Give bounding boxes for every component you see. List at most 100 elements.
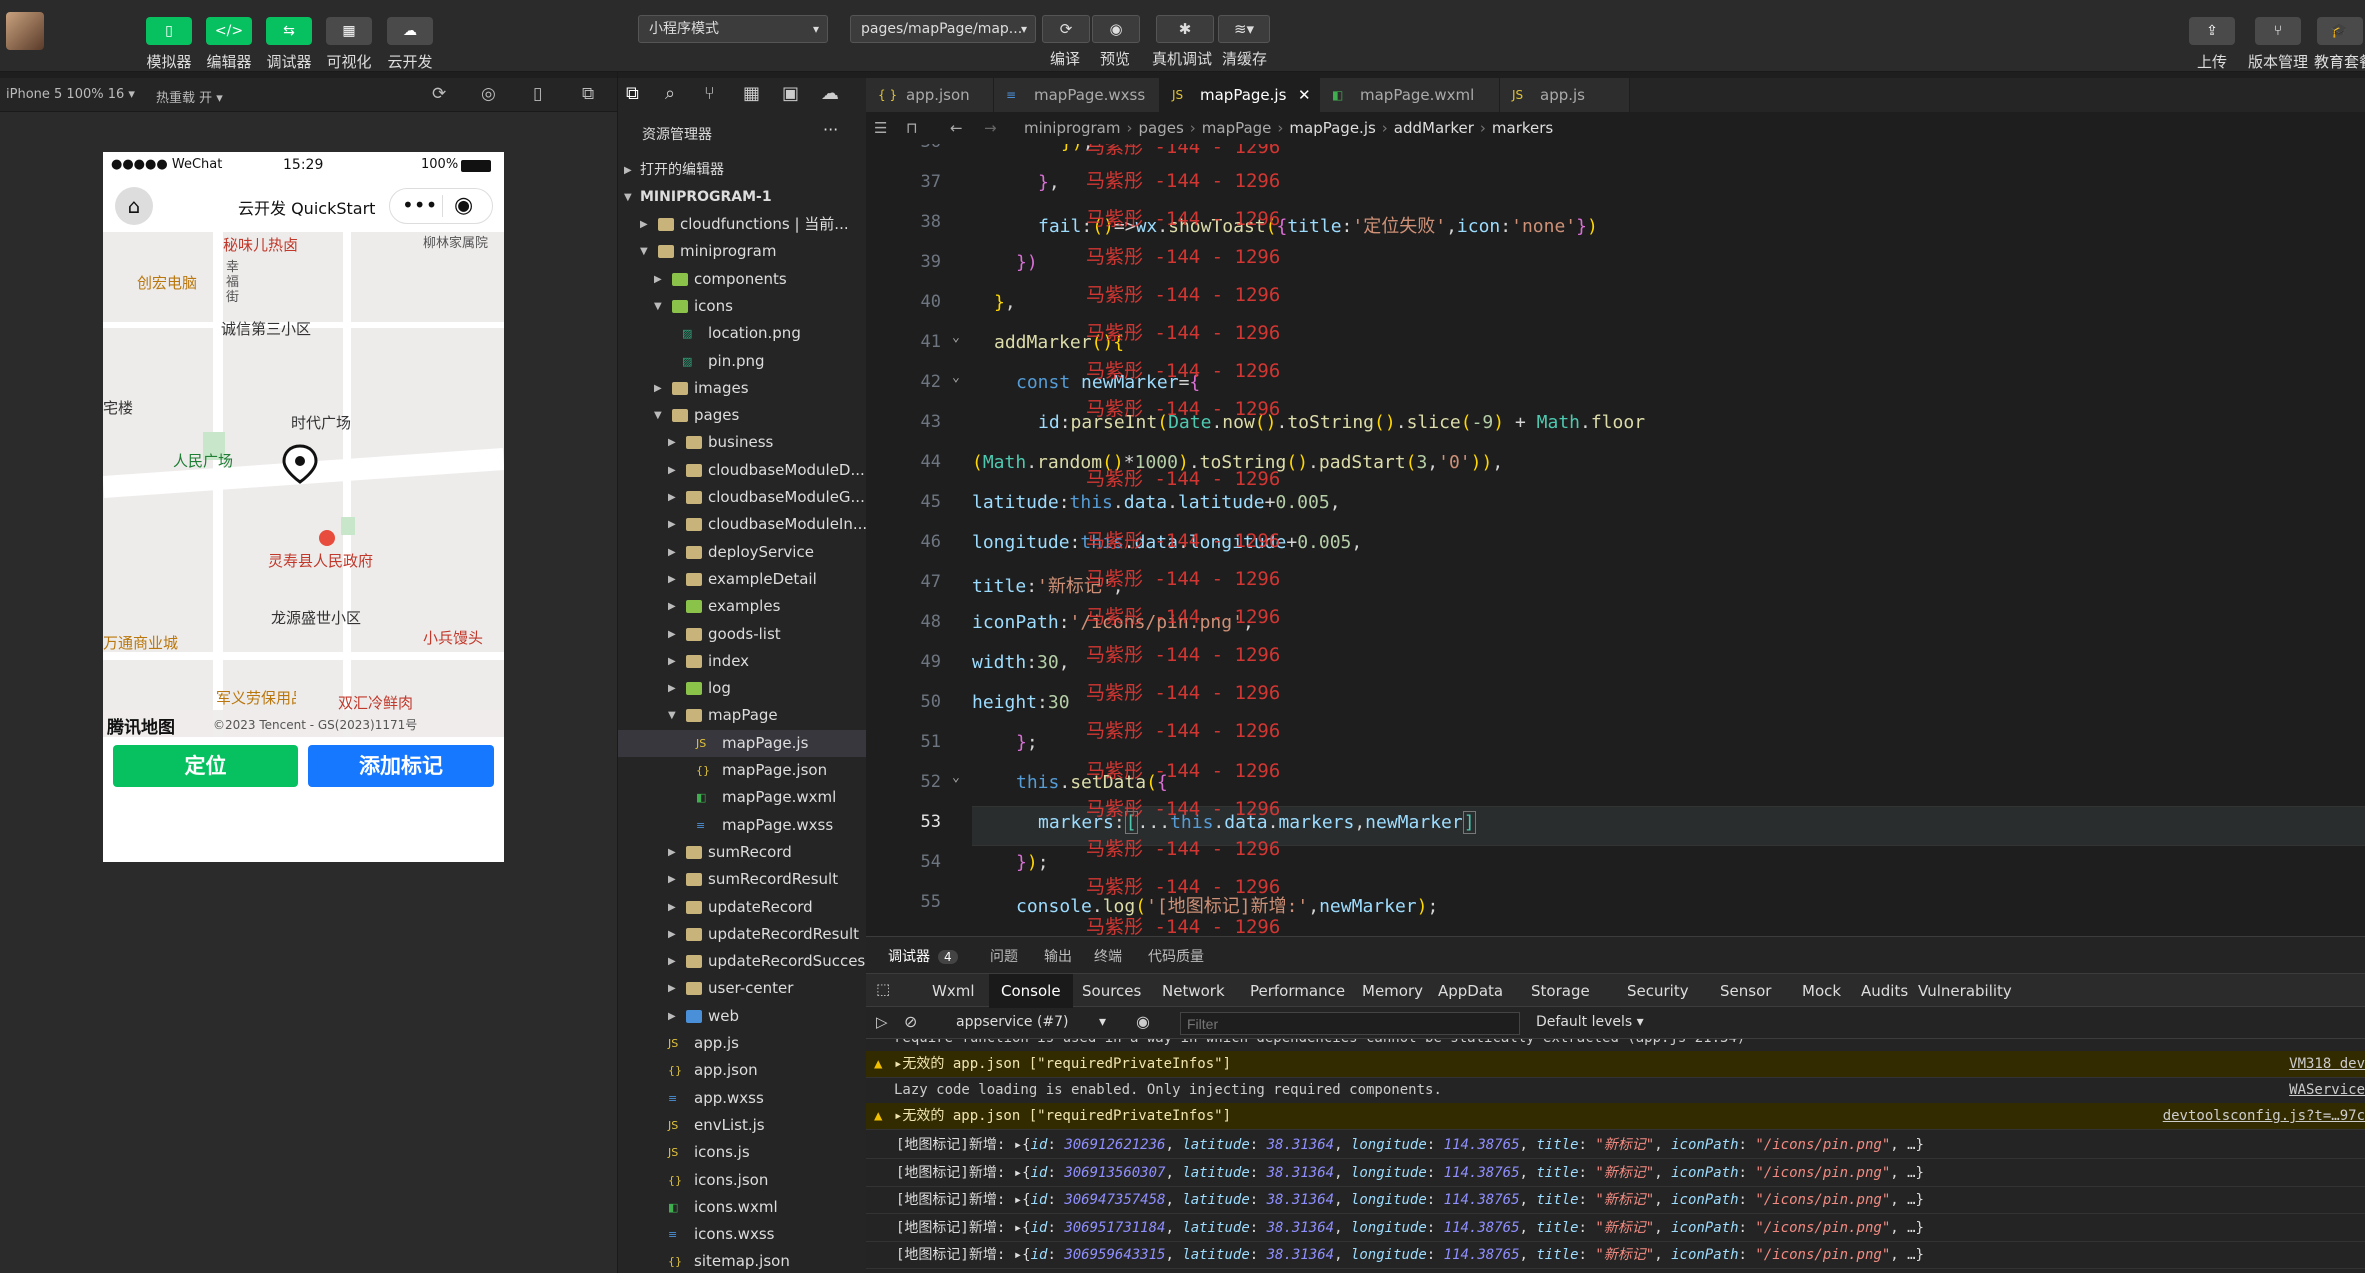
breadcrumb-item[interactable]: mapPage	[1202, 119, 1272, 137]
file-item[interactable]: JS icons.js	[618, 1139, 866, 1166]
back-icon[interactable]: ←	[950, 112, 963, 144]
panel-tab-wxml[interactable]: Wxml	[932, 974, 975, 1008]
location-pin-icon[interactable]	[280, 444, 320, 484]
more-icon[interactable]: ···	[823, 120, 838, 139]
folder-item[interactable]: ▶ cloudbaseModuleG...	[618, 484, 866, 511]
folder-item[interactable]: ▶ cloudbaseModuleD...	[618, 457, 866, 484]
panel-tab-vulnerability[interactable]: Vulnerability	[1918, 974, 2012, 1008]
cloud-dev-button[interactable]: ☁ 云开发	[384, 17, 436, 72]
devtools-tab[interactable]: 输出	[1044, 946, 1072, 966]
edu-button[interactable]: 🎓教育套餐	[2314, 17, 2365, 72]
debugger-toggle-button[interactable]: ⇆ 调试器	[263, 17, 315, 72]
popout-icon[interactable]: ⧉	[582, 84, 594, 104]
file-item[interactable]: JS envList.js	[618, 1112, 866, 1139]
folder-item[interactable]: ▼ miniprogram	[618, 238, 866, 265]
file-item[interactable]: JS app.js	[618, 1030, 866, 1057]
devtools-tab[interactable]: 终端	[1094, 946, 1122, 966]
more-dots-icon[interactable]: •••	[402, 193, 437, 217]
context-select[interactable]: appservice (#7) ▾	[956, 1014, 1106, 1030]
file-item[interactable]: ≡ app.wxss	[618, 1085, 866, 1112]
eye-icon[interactable]: ◉	[1136, 1012, 1150, 1031]
folder-item[interactable]: ▶ business	[618, 429, 866, 456]
panel-tab-mock[interactable]: Mock	[1802, 974, 1841, 1008]
file-item[interactable]: {} icons.json	[618, 1167, 866, 1194]
folder-item[interactable]: ▶ log	[618, 675, 866, 702]
tab-app-json[interactable]: { } app.json	[866, 78, 994, 112]
device-select[interactable]: iPhone 5 100% 16 ▾	[6, 87, 135, 102]
editor-toggle-button[interactable]: </> 编辑器	[203, 17, 255, 72]
log-source-link[interactable]: WAService	[2283, 1077, 2365, 1103]
folder-item[interactable]: ▶ cloudbaseModuleIn...	[618, 511, 866, 538]
folder-item[interactable]: ▶ images	[618, 375, 866, 402]
log-row[interactable]: [地图标记]新增: ▸{id: 306959643315, latitude: …	[866, 1242, 2365, 1269]
cloud-icon[interactable]: ☁	[821, 83, 839, 104]
breadcrumb-item[interactable]: pages	[1138, 119, 1183, 137]
mode-select[interactable]: 小程序模式	[638, 15, 828, 43]
panel-tab-console[interactable]: Console	[989, 974, 1073, 1008]
folder-item[interactable]: ▶ updateRecord	[618, 894, 866, 921]
panel-tab-network[interactable]: Network	[1162, 974, 1225, 1008]
breadcrumb-item[interactable]: miniprogram	[1024, 119, 1120, 137]
close-icon[interactable]: ✕	[1298, 78, 1311, 112]
breadcrumb-item[interactable]: mapPage.js	[1289, 119, 1375, 137]
folder-item[interactable]: ▶ user-center	[618, 975, 866, 1002]
list-icon[interactable]: ☰	[874, 112, 887, 144]
panel-tab-sources[interactable]: Sources	[1082, 974, 1141, 1008]
fold-icon[interactable]: ⌄	[952, 370, 960, 385]
devtools-tab[interactable]: 调试器 4	[888, 946, 958, 966]
log-source-link[interactable]: devtoolsconfig.js?t=…97c	[2156, 1103, 2365, 1129]
folder-item[interactable]: ▶ sumRecord	[618, 839, 866, 866]
folder-item[interactable]: ▶ components	[618, 266, 866, 293]
forward-icon[interactable]: →	[984, 112, 997, 144]
log-row[interactable]: [地图标记]新增: ▸{id: 306947357458, latitude: …	[866, 1187, 2365, 1214]
box-icon[interactable]: ▣	[782, 83, 799, 104]
file-item[interactable]: JS mapPage.js	[618, 729, 866, 757]
file-item[interactable]: ≡ mapPage.wxss	[618, 812, 866, 839]
file-item[interactable]: {} app.json	[618, 1057, 866, 1084]
folder-item[interactable]: ▶ goods-list	[618, 621, 866, 648]
panel-tab-audits[interactable]: Audits	[1861, 974, 1908, 1008]
breadcrumb-item[interactable]: addMarker	[1394, 119, 1474, 137]
close-target-icon[interactable]: ◉	[454, 193, 473, 218]
folder-item[interactable]: ▶ sumRecordResult	[618, 866, 866, 893]
project-header[interactable]: ▼ MINIPROGRAM-1	[618, 184, 866, 211]
bookmark-icon[interactable]: ⊓	[906, 112, 918, 144]
devtools-tab[interactable]: 问题	[990, 946, 1018, 966]
folder-item[interactable]: ▶ examples	[618, 593, 866, 620]
simulator-toggle-button[interactable]: ▯ 模拟器	[143, 17, 195, 72]
folder-item[interactable]: ▼ pages	[618, 402, 866, 429]
home-icon[interactable]: ⌂	[115, 187, 153, 225]
clear-console-icon[interactable]: ⊘	[904, 1012, 917, 1031]
version-button[interactable]: ⑂ 版本管理	[2240, 17, 2316, 72]
file-item[interactable]: ▨ location.png	[618, 320, 866, 347]
tab-mappage-wxss[interactable]: ≡ mapPage.wxss	[994, 78, 1160, 112]
record-icon[interactable]: ◎	[481, 84, 496, 104]
search-icon[interactable]: ⌕	[665, 83, 675, 104]
folder-item[interactable]: ▼ mapPage	[618, 702, 866, 729]
folder-item[interactable]: ▶ updateRecordSuccess	[618, 948, 866, 975]
code-editor[interactable]: 36 37 38 39 40 41 42 43 44 45 46 47 48 49 50 51 52 53 54 55…	[866, 144, 2365, 936]
avatar[interactable]	[6, 12, 44, 50]
hot-reload-select[interactable]: 热重载 开 ▾	[156, 87, 223, 106]
log-row[interactable]: [地图标记]新增: ▸{id: 306913560307, latitude: …	[866, 1160, 2365, 1187]
folder-item[interactable]: ▼ icons	[618, 293, 866, 320]
file-item[interactable]: {} sitemap.json	[618, 1248, 866, 1273]
fold-icon[interactable]: ⌄	[952, 770, 960, 785]
tab-mappage-wxml[interactable]: ◧ mapPage.wxml	[1320, 78, 1500, 112]
folder-item[interactable]: ▶ cloudfunctions | 当前...	[618, 211, 866, 238]
add-marker-button[interactable]: 添加标记	[308, 745, 494, 787]
folder-item[interactable]: ▶ web	[618, 1003, 866, 1030]
panel-tab-performance[interactable]: Performance	[1250, 974, 1345, 1008]
folder-item[interactable]: ▶ index	[618, 648, 866, 675]
levels-select[interactable]: Default levels ▾	[1536, 1014, 1644, 1030]
log-row[interactable]: [地图标记]新增: ▸{id: 306951731184, latitude: …	[866, 1215, 2365, 1242]
tab-mappage-js[interactable]: JS mapPage.js ✕	[1160, 78, 1320, 112]
breadcrumb-item[interactable]: markers	[1492, 119, 1553, 137]
file-item[interactable]: ▨ pin.png	[618, 348, 866, 375]
tab-app-js[interactable]: JS app.js	[1500, 78, 1630, 112]
log-source-link[interactable]: VM318 dev	[2283, 1051, 2365, 1077]
git-icon[interactable]: ⑂	[704, 83, 715, 104]
page-path-select[interactable]: pages/mapPage/map...	[850, 15, 1036, 43]
fold-icon[interactable]: ⌄	[952, 330, 960, 345]
sidebar-toggle-icon[interactable]: ▷	[876, 1013, 888, 1031]
